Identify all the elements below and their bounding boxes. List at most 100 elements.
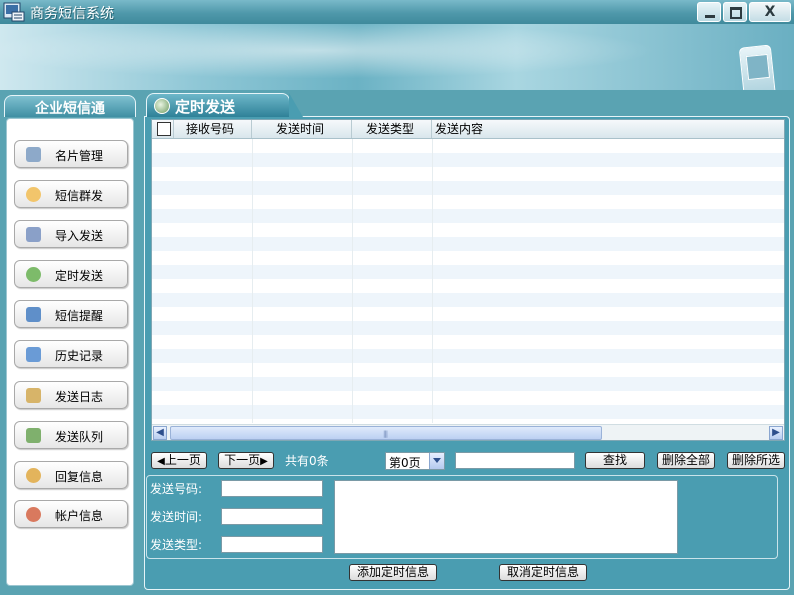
- sidebar-item-group-sms[interactable]: 短信群发: [14, 180, 128, 208]
- tab-label: 定时发送: [175, 98, 236, 116]
- sidebar-item-label: 名片管理: [55, 149, 104, 163]
- sidebar-item-label: 回复信息: [55, 470, 104, 484]
- column-divider: [352, 139, 353, 423]
- history-icon: [26, 347, 41, 362]
- next-page-button[interactable]: 下一页▶: [218, 452, 274, 469]
- sidebar-item-label: 定时发送: [55, 269, 104, 283]
- type-label: 发送类型:: [150, 538, 203, 552]
- sidebar-item-label: 短信群发: [55, 189, 104, 203]
- table-header: 接收号码 发送时间 发送类型 发送内容: [152, 120, 784, 139]
- table-row[interactable]: [152, 391, 784, 405]
- table-row[interactable]: [152, 237, 784, 251]
- sidebar-item-scheduled-send[interactable]: 定时发送: [14, 260, 128, 288]
- close-button[interactable]: X: [749, 2, 791, 22]
- column-header-time[interactable]: 发送时间: [252, 120, 352, 138]
- sidebar-menu: 名片管理 短信群发 导入发送 定时发送 短信提醒 历史记录 发送日志 发送队列 …: [6, 118, 134, 586]
- maximize-button[interactable]: [723, 2, 747, 22]
- table-row[interactable]: [152, 181, 784, 195]
- close-icon: X: [764, 4, 776, 20]
- time-field[interactable]: [221, 508, 323, 525]
- app-logo-icon: [3, 2, 25, 22]
- scrollbar-thumb[interactable]: |||: [170, 426, 602, 440]
- sidebar-header: 企业短信通: [4, 95, 136, 117]
- column-header-number[interactable]: 接收号码: [174, 120, 252, 138]
- mobile-phone-icon: [738, 44, 778, 90]
- contact-card-icon: [26, 147, 41, 162]
- sidebar-item-history[interactable]: 历史记录: [14, 340, 128, 368]
- total-count: 共有0条: [285, 454, 329, 468]
- timer-icon: [154, 98, 170, 114]
- table-row[interactable]: [152, 335, 784, 349]
- account-icon: [26, 507, 41, 522]
- log-icon: [26, 388, 41, 403]
- horizontal-scrollbar[interactable]: ◀ ||| ▶: [152, 424, 784, 440]
- tab-scheduled-send[interactable]: 定时发送: [146, 93, 303, 117]
- table-row[interactable]: [152, 251, 784, 265]
- add-schedule-button[interactable]: 添加定时信息: [349, 564, 437, 581]
- sidebar-item-label: 短信提醒: [55, 309, 104, 323]
- scroll-right-icon[interactable]: ▶: [769, 426, 783, 440]
- scroll-left-icon[interactable]: ◀: [153, 426, 167, 440]
- table-row[interactable]: [152, 363, 784, 377]
- sidebar-title: 企业短信通: [35, 101, 105, 117]
- title-bar: 商务短信系统 X: [0, 0, 794, 24]
- table-row[interactable]: [152, 405, 784, 419]
- cancel-schedule-button[interactable]: 取消定时信息: [499, 564, 587, 581]
- table-row[interactable]: [152, 223, 784, 237]
- number-field[interactable]: [221, 480, 323, 497]
- scrollbar-grip: |||: [383, 430, 388, 438]
- sidebar-item-replies[interactable]: 回复信息: [14, 461, 128, 489]
- number-label: 发送号码:: [150, 482, 203, 496]
- delete-selected-button[interactable]: 删除所选: [727, 452, 785, 469]
- sidebar-item-import-send[interactable]: 导入发送: [14, 220, 128, 248]
- import-icon: [26, 227, 41, 242]
- page-select-value: 第0页: [389, 456, 421, 470]
- table-row[interactable]: [152, 195, 784, 209]
- sidebar-item-send-log[interactable]: 发送日志: [14, 381, 128, 409]
- time-label: 发送时间:: [150, 510, 203, 524]
- select-all-cell: [152, 120, 174, 138]
- table-row[interactable]: [152, 293, 784, 307]
- table-row[interactable]: [152, 265, 784, 279]
- sidebar-item-label: 发送日志: [55, 390, 104, 404]
- minimize-button[interactable]: [697, 2, 721, 22]
- search-input[interactable]: [455, 452, 575, 469]
- delete-all-button[interactable]: 删除全部: [657, 452, 715, 469]
- sidebar-item-label: 发送队列: [55, 430, 104, 444]
- timer-icon: [26, 267, 41, 282]
- column-divider: [432, 139, 433, 423]
- chevron-down-icon[interactable]: [429, 453, 444, 469]
- prev-page-button[interactable]: ◀上一页: [151, 452, 207, 469]
- prev-page-label: 上一页: [164, 453, 201, 467]
- sidebar-item-send-queue[interactable]: 发送队列: [14, 421, 128, 449]
- select-all-checkbox[interactable]: [157, 122, 171, 136]
- table-body: [152, 139, 784, 423]
- sidebar-item-reminders[interactable]: 短信提醒: [14, 300, 128, 328]
- column-header-content[interactable]: 发送内容: [432, 120, 784, 138]
- chevron-left-icon: ◀: [157, 456, 165, 467]
- table-row[interactable]: [152, 279, 784, 293]
- column-header-type[interactable]: 发送类型: [352, 120, 432, 138]
- content-textarea[interactable]: [334, 480, 678, 554]
- chevron-right-icon: ▶: [260, 456, 268, 467]
- search-button[interactable]: 查找: [585, 452, 645, 469]
- table-row[interactable]: [152, 377, 784, 391]
- table-row[interactable]: [152, 153, 784, 167]
- sidebar-item-account[interactable]: 帐户信息: [14, 500, 128, 528]
- column-divider: [252, 139, 253, 423]
- table-row[interactable]: [152, 167, 784, 181]
- type-field[interactable]: [221, 536, 323, 553]
- table-row[interactable]: [152, 349, 784, 363]
- header-banner: [0, 24, 794, 90]
- table-row[interactable]: [152, 321, 784, 335]
- table-row[interactable]: [152, 139, 784, 153]
- queue-icon: [26, 428, 41, 443]
- table-row[interactable]: [152, 307, 784, 321]
- table-row[interactable]: [152, 209, 784, 223]
- sidebar-item-label: 帐户信息: [55, 509, 104, 523]
- sidebar-item-contacts[interactable]: 名片管理: [14, 140, 128, 168]
- page-select[interactable]: 第0页: [385, 452, 445, 470]
- reminder-icon: [26, 307, 41, 322]
- window-title: 商务短信系统: [30, 6, 114, 22]
- reply-icon: [26, 468, 41, 483]
